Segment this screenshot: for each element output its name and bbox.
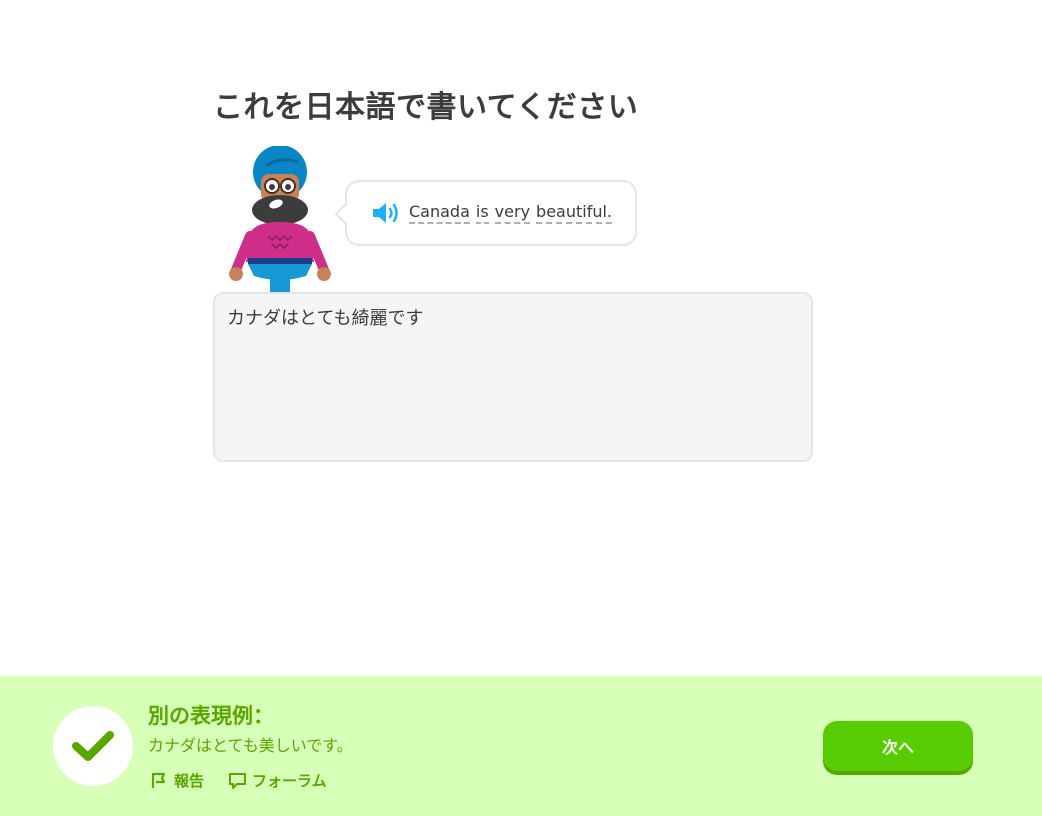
speaker-icon[interactable] xyxy=(371,201,401,225)
feedback-actions: 報告 フォーラム xyxy=(150,770,327,791)
check-badge xyxy=(53,706,133,786)
feedback-heading: 別の表現例： xyxy=(148,704,274,728)
checkmark-icon xyxy=(72,731,114,761)
report-label: 報告 xyxy=(174,772,205,790)
alternative-answer: カナダはとても美しいです。 xyxy=(148,736,353,755)
forum-button[interactable]: フォーラム xyxy=(228,770,327,791)
sentence-word[interactable]: beautiful. xyxy=(536,202,612,224)
sentence-word[interactable]: Canada xyxy=(409,202,470,224)
prompt-sentence: Canada is very beautiful. xyxy=(409,202,612,224)
prompt-title: これを日本語で書いてください xyxy=(213,90,639,125)
answer-textarea[interactable]: カナダはとても綺麗です xyxy=(213,292,813,462)
report-button[interactable]: 報告 xyxy=(150,770,204,791)
sentence-word[interactable]: is xyxy=(475,202,489,224)
flag-icon xyxy=(151,772,166,788)
speech-bubble-icon xyxy=(229,773,247,789)
character-illustration xyxy=(229,146,331,294)
next-button[interactable]: 次へ xyxy=(823,721,973,771)
forum-label: フォーラム xyxy=(252,772,327,790)
sentence-word[interactable]: very xyxy=(494,202,531,224)
feedback-panel: 別の表現例： カナダはとても美しいです。 報告 フォーラム 次へ xyxy=(0,676,1042,816)
speech-bubble: Canada is very beautiful. xyxy=(345,180,637,246)
